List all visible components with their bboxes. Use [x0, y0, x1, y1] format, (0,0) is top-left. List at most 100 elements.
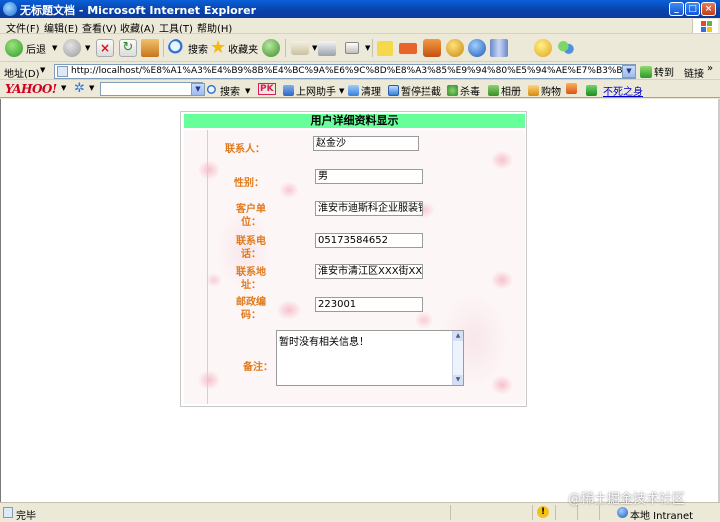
msn-button[interactable]	[557, 38, 575, 58]
menu-edit[interactable]: 编辑(E)	[44, 20, 78, 35]
menu-view[interactable]: 查看(V)	[82, 20, 117, 35]
edit-icon	[345, 42, 359, 54]
pk-label: PK	[258, 83, 276, 95]
game-link-icon	[586, 85, 597, 96]
address-dropdown-button[interactable]: ▼	[622, 65, 636, 78]
refresh-button[interactable]: ↻	[119, 38, 137, 58]
home-icon	[141, 39, 159, 57]
gear-icon[interactable]: ✲	[74, 81, 85, 96]
address-field[interactable]: 淮安市清江区XXX街XX号	[315, 264, 423, 279]
messenger-button[interactable]	[423, 38, 441, 58]
forward-button[interactable]: ▼	[63, 38, 90, 58]
mail-icon	[291, 41, 309, 55]
smiley-button[interactable]	[534, 38, 552, 58]
assistant-icon	[283, 85, 294, 96]
chevron-down-icon[interactable]: ▼	[40, 66, 45, 74]
search-label: 搜索	[188, 44, 208, 56]
yahoo-search-dropdown[interactable]: ▼	[191, 83, 205, 96]
chevron-down-icon[interactable]: ▼	[89, 84, 94, 92]
pause-block-label: 暂停拦截	[401, 87, 441, 98]
minimize-button[interactable]: _	[669, 2, 684, 16]
page-viewport: 用户详细资料显示 联系人： 赵金沙 性别： 男 客户单 位： 淮安市迪斯科企业服…	[0, 99, 720, 502]
favorites-button[interactable]: ★ 收藏夹	[210, 38, 258, 58]
back-button[interactable]: 后退 ▼	[5, 38, 57, 58]
mail-button[interactable]: ▼	[291, 38, 317, 58]
menu-favorites[interactable]: 收藏(A)	[120, 20, 155, 35]
money-button[interactable]	[446, 38, 464, 58]
toolbar-overflow-button[interactable]: »	[707, 63, 713, 74]
game-link[interactable]: 不死之身	[586, 83, 643, 98]
game-button[interactable]	[566, 83, 579, 94]
search-icon	[207, 85, 218, 96]
gender-field[interactable]: 男	[315, 169, 423, 184]
xml-button[interactable]	[399, 38, 417, 58]
media-button[interactable]	[262, 38, 280, 58]
notes-button[interactable]	[377, 38, 393, 58]
links-button[interactable]: 链接	[684, 65, 704, 80]
media-icon	[262, 39, 280, 57]
chevron-down-icon[interactable]: ▼	[61, 84, 66, 92]
shield-icon	[447, 85, 458, 96]
contact-field[interactable]: 赵金沙	[313, 136, 419, 151]
maximize-button[interactable]: □	[685, 2, 700, 16]
company-field[interactable]: 淮安市迪斯科企业服装销售	[315, 201, 423, 216]
game-icon	[566, 83, 577, 94]
address-input[interactable]: http://localhost/%E8%A1%A3%E4%B9%8B%E4%B…	[54, 64, 636, 79]
popup-block-icon	[388, 85, 399, 96]
page-icon	[57, 66, 68, 77]
antivirus-button[interactable]: 杀毒	[447, 83, 480, 98]
note-label: 备注：	[243, 362, 273, 373]
yahoo-search-button[interactable]: 搜索 ▼	[207, 83, 250, 98]
back-label: 后退	[26, 44, 46, 56]
chevron-down-icon: ▼	[339, 86, 345, 95]
phone-field[interactable]: 05173584652	[315, 233, 423, 248]
yahoo-search-input[interactable]	[100, 82, 203, 96]
shopping-button[interactable]: 购物	[528, 83, 561, 98]
note-scrollbar[interactable]: ▲ ▼	[452, 331, 463, 385]
chevron-down-icon[interactable]: ▼	[312, 44, 317, 52]
close-button[interactable]: ×	[701, 2, 716, 16]
warning-icon[interactable]: !	[537, 506, 549, 518]
gender-label: 性别：	[234, 178, 264, 189]
note-textarea[interactable]: 暂时没有相关信息！ ▲ ▼	[276, 330, 464, 386]
clean-button[interactable]: 清理	[348, 83, 381, 98]
status-divider	[450, 505, 451, 520]
zip-field[interactable]: 223001	[315, 297, 423, 312]
chevron-down-icon[interactable]: ▼	[52, 44, 57, 52]
title-bar: 无标题文档 - Microsoft Internet Explorer _ □ …	[0, 0, 720, 18]
print-button[interactable]	[318, 38, 336, 58]
research-button[interactable]	[490, 38, 508, 58]
scroll-down-icon[interactable]: ▼	[453, 375, 463, 385]
search-button[interactable]: 搜索	[168, 38, 208, 58]
album-button[interactable]: 相册	[488, 83, 521, 98]
note-text: 暂时没有相关信息！	[279, 337, 369, 348]
go-button[interactable]: 转到	[640, 64, 674, 79]
go-label: 转到	[654, 68, 674, 79]
menu-tools[interactable]: 工具(T)	[159, 20, 193, 35]
stop-button[interactable]: ×	[96, 38, 114, 58]
status-text: 完毕	[16, 511, 36, 522]
edit-button[interactable]: ▼	[345, 38, 370, 58]
address-label-line2: 址：	[241, 280, 261, 291]
chevron-down-icon[interactable]: ▼	[85, 44, 90, 52]
menu-help[interactable]: 帮助(H)	[197, 20, 232, 35]
online-assistant-button[interactable]: 上网助手 ▼	[283, 83, 344, 98]
ie-logo-icon	[3, 2, 17, 16]
back-arrow-icon	[5, 39, 23, 57]
yahoo-search-label: 搜索	[220, 87, 240, 98]
zip-label-line1: 邮政编	[236, 297, 266, 308]
smiley-icon	[534, 39, 552, 57]
yahoo-logo[interactable]: YAHOO!	[5, 82, 57, 96]
broom-icon	[348, 85, 359, 96]
pk-button[interactable]: PK	[258, 83, 276, 95]
phone-label-line2: 话：	[241, 249, 261, 260]
pause-block-button[interactable]: 暂停拦截	[388, 83, 441, 98]
company-label-line1: 客户单	[236, 204, 266, 215]
chevron-down-icon[interactable]: ▼	[365, 44, 370, 52]
scroll-up-icon[interactable]: ▲	[453, 331, 463, 341]
go-arrow-icon	[640, 65, 652, 78]
globe-button[interactable]	[468, 38, 486, 58]
favorites-label: 收藏夹	[228, 44, 259, 56]
home-button[interactable]	[141, 38, 159, 58]
menu-file[interactable]: 文件(F)	[6, 20, 40, 35]
